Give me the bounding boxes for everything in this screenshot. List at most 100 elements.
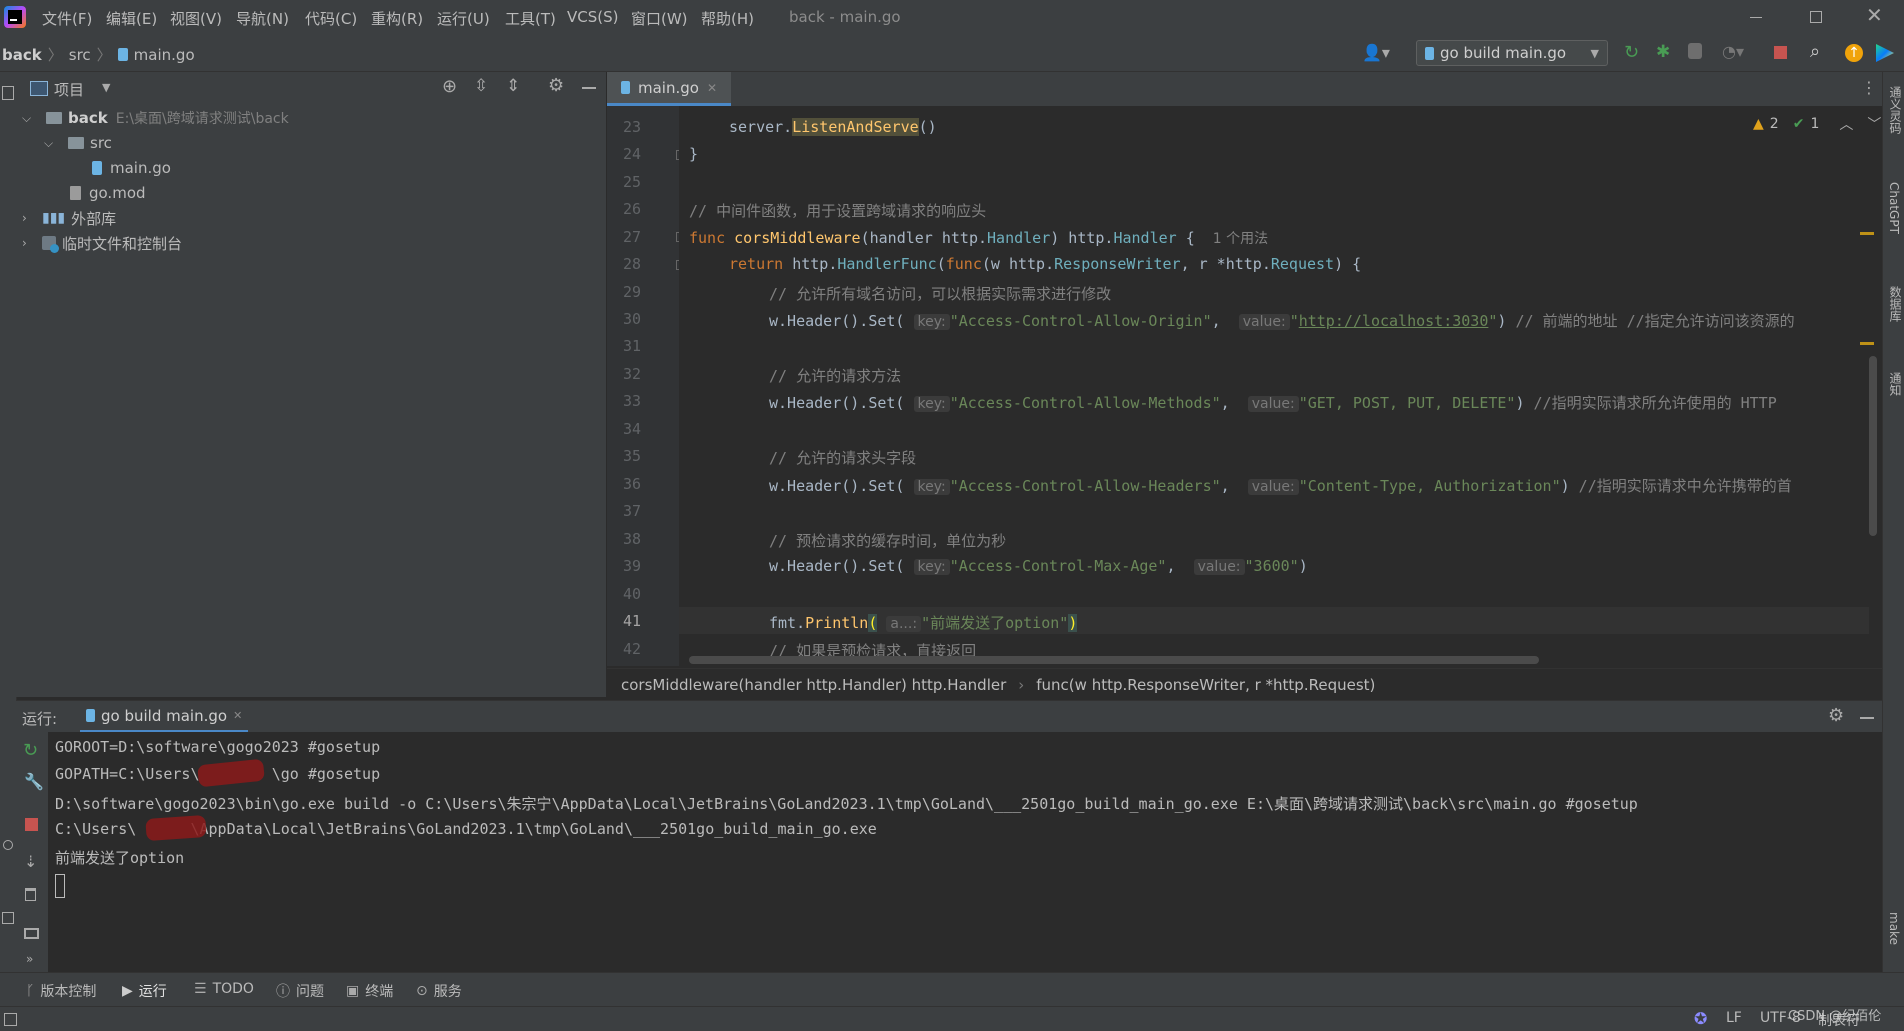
expand-all-icon[interactable]: ⇳ [474,76,488,96]
menu-help[interactable]: 帮助(H) [701,8,754,29]
right-tool-make[interactable]: make [1887,912,1901,945]
rerun-icon[interactable]: ↻ [23,740,38,761]
right-tool-chatgpt[interactable]: ChatGPT [1887,182,1901,234]
trash-icon[interactable] [25,888,36,901]
collapse-all-icon[interactable]: ⇕ [506,76,520,96]
line-separator[interactable]: LF [1726,1010,1742,1026]
chevron-up-icon[interactable]: ︿ [1839,114,1853,134]
crumb-main-go[interactable]: main.go [134,46,195,64]
gear-icon[interactable]: ⚙ [1828,705,1844,726]
chevron-down-icon[interactable]: ▼ [102,81,110,94]
hide-panel-icon[interactable] [582,87,596,89]
run-config-dropdown[interactable]: go build main.go ▼ [1416,40,1608,66]
rerun-icon[interactable]: ↻ [1624,42,1639,63]
code-line-30: w.Header().Set( key: "Access-Control-Allo… [769,310,1795,331]
right-tool-notifications[interactable]: 通知 [1887,372,1904,396]
toggle-tool-windows-icon[interactable] [4,1013,17,1026]
chevron-down-icon[interactable]: ﹀ [1867,114,1881,134]
code-line-29: // 允许所有域名访问，可以根据实际需求进行修改 [769,285,1112,303]
menu-refactor[interactable]: 重构(R) [371,8,423,29]
layout-icon[interactable] [24,928,39,939]
profile-icon[interactable]: ◔▾ [1722,42,1744,61]
code-token: //指明实际请求所允许使用的 HTTP [1524,394,1777,412]
right-tool-tongyi[interactable]: 通义灵码 [1887,86,1904,134]
tree-item-back[interactable]: ⌵ back E:\桌面\跨域请求测试\back [22,106,289,130]
menu-vcs[interactable]: VCS(S) [567,8,618,26]
hide-panel-icon[interactable] [1860,717,1874,719]
tab-label: main.go [638,78,699,97]
menu-tools[interactable]: 工具(T) [505,8,556,29]
line-number: 39 [622,557,641,575]
menu-run[interactable]: 运行(U) [437,8,490,29]
tab-todo[interactable]: ☰ TODO [194,981,254,997]
close-icon[interactable]: ✕ [1866,5,1883,25]
wrench-icon[interactable]: 🔧 [24,772,44,791]
tree-item-src[interactable]: ⌵ src [44,131,112,155]
crumb-src[interactable]: src [69,46,91,64]
go-file-icon [86,709,95,722]
console-output[interactable]: GOROOT=D:\software\gogo2023 #gosetup GOP… [48,732,1882,972]
restore-icon[interactable] [1810,11,1822,23]
usage-hint[interactable]: 1 个用法 [1213,231,1268,247]
tree-item-external-libs[interactable]: › ▮▮▮ 外部库 [22,206,116,230]
code-token: "3600" [1244,557,1299,575]
scroll-to-end-icon[interactable]: ⇣ [24,852,37,871]
tree-item-go-mod[interactable]: go.mod [70,181,146,205]
code-link[interactable]: http://localhost:3030 [1299,312,1489,330]
coverage-icon[interactable] [1688,43,1702,59]
code-token: return [729,255,793,273]
jetbrains-ai-icon[interactable] [1876,44,1894,62]
crumb-back[interactable]: back [2,46,42,64]
code-token: ( [868,614,878,632]
right-tool-database[interactable]: 数据库 [1887,286,1904,322]
tab-terminal[interactable]: ▣ 终端 [346,981,393,1001]
structure-tool-icon[interactable] [2,912,14,924]
horizontal-scrollbar[interactable] [689,656,1539,664]
locate-file-icon[interactable]: ⊕ [442,76,457,97]
tab-services[interactable]: ⊙ 服务 [416,981,462,1001]
param-hint: value: [1193,559,1245,575]
breadcrumb-func-inner[interactable]: func(w http.ResponseWriter, r *http.Requ… [1036,676,1375,694]
inspection-widget[interactable]: ▲ 2 ✔ 1 ︿ ﹀ [1753,114,1881,134]
console-cursor[interactable] [55,874,65,898]
project-tool-icon[interactable] [2,86,14,100]
tab-version-control[interactable]: ᚴ 版本控制 [26,981,96,1001]
tab-main-go[interactable]: main.go ✕ [607,72,731,106]
breadcrumb-func-outer[interactable]: corsMiddleware(handler http.Handler) htt… [621,676,1006,694]
close-tab-icon[interactable]: ✕ [233,709,242,722]
debug-icon[interactable]: ✱ [1656,42,1670,62]
run-panel-header: 运行: go build main.go ✕ ⚙ [16,700,1882,733]
run-tab[interactable]: go build main.go ✕ [80,701,249,733]
ai-assistant-icon[interactable]: ✪ [1694,1009,1707,1028]
stop-icon[interactable] [1774,46,1787,59]
search-icon[interactable]: ⌕ [1810,41,1820,62]
stop-icon[interactable] [25,818,38,831]
more-icon[interactable]: » [26,952,33,966]
menu-window[interactable]: 窗口(W) [631,8,688,29]
line-number: 42 [622,640,641,658]
gear-icon[interactable]: ⚙ [548,75,564,96]
tree-item-main-go[interactable]: main.go [92,156,171,180]
vertical-scrollbar[interactable] [1869,356,1877,536]
tab-run[interactable]: ▶ 运行 [122,981,167,1001]
tree-label-main-go: main.go [110,159,171,177]
user-icon[interactable]: 👤▾ [1362,43,1390,62]
tree-item-scratches[interactable]: › 临时文件和控制台 [22,231,182,255]
menu-code[interactable]: 代码(C) [305,8,357,29]
line-number: 31 [622,337,641,355]
code-editor[interactable]: server.ListenAndServe() } // 中间件函数，用于设置跨… [679,106,1882,666]
minimize-icon[interactable] [1750,17,1762,18]
menu-edit[interactable]: 编辑(E) [106,8,157,29]
menu-file[interactable]: 文件(F) [42,8,92,29]
error-stripe-mark[interactable] [1860,342,1874,345]
tree-label-go-mod: go.mod [89,184,146,202]
menu-navigate[interactable]: 导航(N) [236,8,289,29]
close-tab-icon[interactable]: ✕ [707,81,717,95]
update-icon[interactable]: ↑ [1845,44,1863,62]
menu-view[interactable]: 视图(V) [170,8,222,29]
tab-problems[interactable]: ⓘ 问题 [276,981,324,1001]
project-view-label[interactable]: 项目 [54,79,84,100]
more-options-icon[interactable]: ⋮ [1861,78,1877,97]
error-stripe-mark[interactable] [1860,232,1874,235]
commit-tool-icon[interactable] [3,840,13,850]
